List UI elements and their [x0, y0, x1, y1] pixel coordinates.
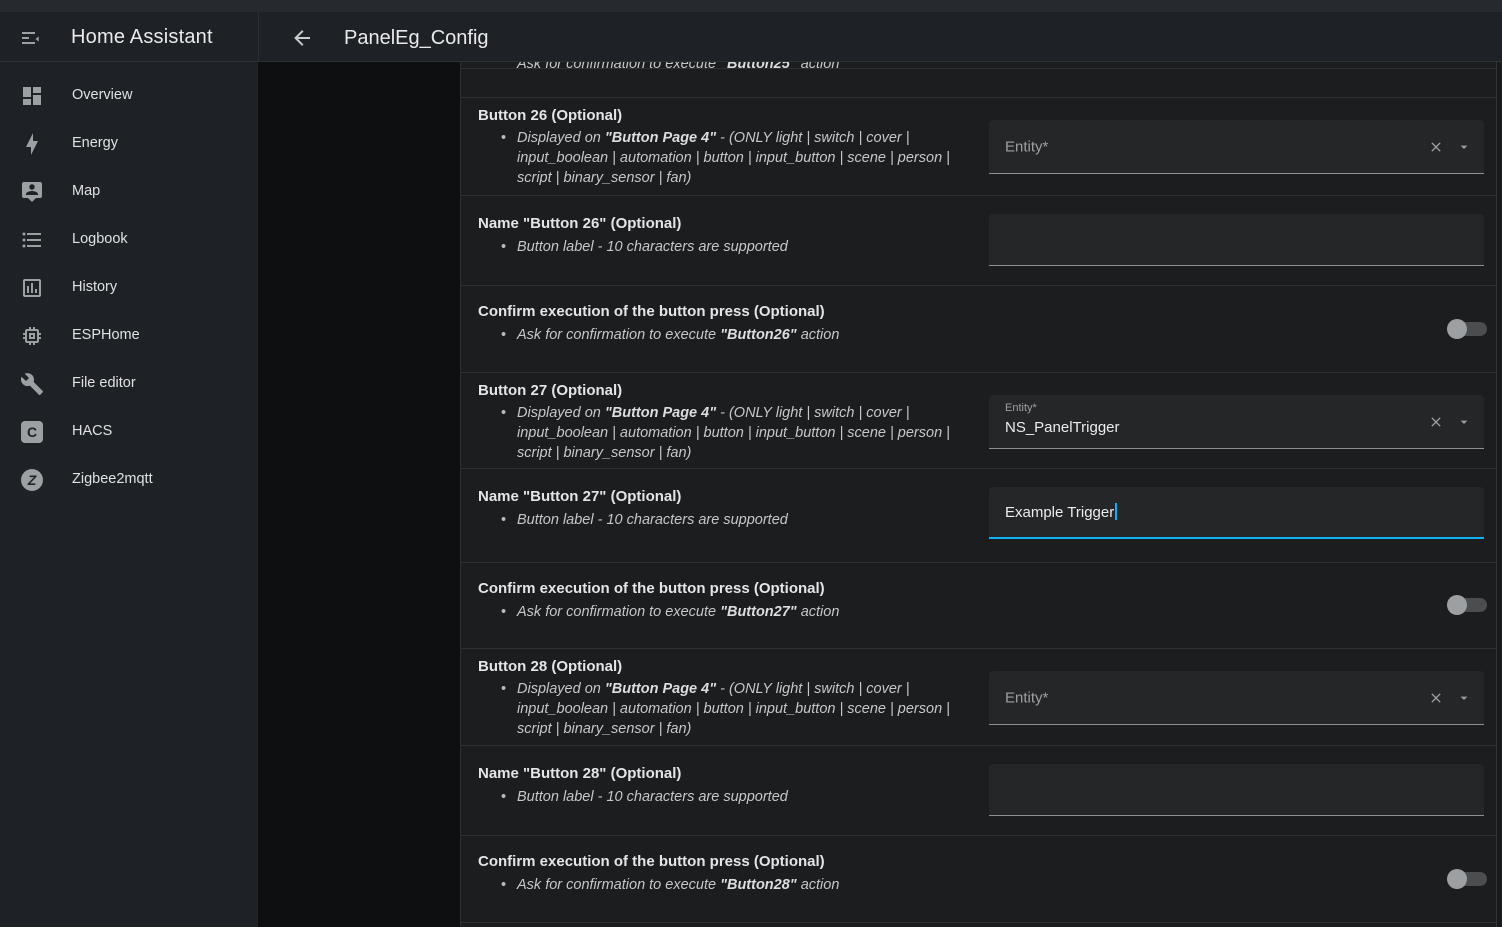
entity-select-button-26[interactable]: Entity* — [989, 120, 1484, 174]
confirm-toggle-button-26[interactable] — [1447, 319, 1487, 339]
sidebar-item-file-editor[interactable]: File editor — [0, 360, 258, 408]
list-bulleted-icon — [20, 228, 44, 252]
header-divider — [258, 12, 259, 62]
sidebar-item-label: Overview — [72, 87, 132, 103]
toggle-thumb — [1447, 595, 1467, 615]
zigbee-z-icon: Z — [21, 469, 43, 491]
menu-down-icon[interactable] — [1456, 414, 1472, 430]
sidebar-item-logbook[interactable]: Logbook — [0, 216, 258, 264]
entity-select-value: NS_PanelTrigger — [1005, 419, 1120, 436]
row-title: Button 28 (Optional) — [478, 658, 622, 675]
scrollbar[interactable] — [1496, 62, 1502, 927]
entity-select-label: Entity* — [1005, 689, 1048, 706]
sidebar: Overview Energy Map Logbook History — [0, 62, 258, 927]
chip-icon — [20, 324, 44, 348]
row-title: Confirm execution of the button press (O… — [478, 303, 825, 320]
page-title: PanelEg_Config — [344, 27, 489, 50]
row-title: Button 27 (Optional) — [478, 382, 622, 399]
row-description: • Displayed on "Button Page 4" - (ONLY l… — [499, 128, 973, 188]
sidebar-item-history[interactable]: History — [0, 264, 258, 312]
entity-select-label: Entity* — [1005, 402, 1037, 414]
form-row-confirm-button-27: Confirm execution of the button press (O… — [461, 562, 1496, 648]
close-icon[interactable] — [1428, 690, 1444, 706]
row-title: Name "Button 26" (Optional) — [478, 215, 681, 232]
row-description: • Ask for confirmation to execute "Butto… — [499, 325, 973, 345]
form-row-button-28: Button 28 (Optional) • Displayed on "But… — [461, 648, 1496, 745]
sidebar-toggle-icon[interactable] — [18, 26, 42, 50]
app-title: Home Assistant — [71, 26, 213, 49]
app-window: Home Assistant PanelEg_Config Overview E… — [0, 0, 1502, 927]
sidebar-item-map[interactable]: Map — [0, 168, 258, 216]
form-row-name-button-28: Name "Button 28" (Optional) •Button labe… — [461, 745, 1496, 835]
close-icon[interactable] — [1428, 414, 1444, 430]
sidebar-item-label: Logbook — [72, 231, 128, 247]
row-divider — [461, 68, 1496, 69]
form-row-name-button-27: Name "Button 27" (Optional) •Button labe… — [461, 468, 1496, 562]
sidebar-item-esphome[interactable]: ESPHome — [0, 312, 258, 360]
row-description: •Button label - 10 characters are suppor… — [499, 787, 973, 807]
sidebar-item-energy[interactable]: Energy — [0, 120, 258, 168]
row-description: • Displayed on "Button Page 4" - (ONLY l… — [499, 679, 973, 739]
wrench-icon — [20, 372, 44, 396]
form-row-confirm-button-26: Confirm execution of the button press (O… — [461, 285, 1496, 372]
row-description: •Button label - 10 characters are suppor… — [499, 237, 973, 257]
menu-down-icon[interactable] — [1456, 690, 1472, 706]
form-row-button-26: Button 26 (Optional) • Displayed on "But… — [461, 97, 1496, 195]
sidebar-item-overview[interactable]: Overview — [0, 72, 258, 120]
row-title: Confirm execution of the button press (O… — [478, 580, 825, 597]
hacs-c-icon: C — [21, 421, 43, 443]
confirm-toggle-button-27[interactable] — [1447, 595, 1487, 615]
sidebar-item-hacs[interactable]: C HACS — [0, 408, 258, 456]
name-input-button-26[interactable] — [989, 214, 1484, 266]
sidebar-item-label: History — [72, 279, 117, 295]
row-description: • Ask for confirmation to execute "Butto… — [499, 875, 973, 895]
row-title: Confirm execution of the button press (O… — [478, 853, 825, 870]
lightning-bolt-icon — [20, 132, 44, 156]
toggle-thumb — [1447, 319, 1467, 339]
toggle-thumb — [1447, 869, 1467, 889]
confirm-toggle-button-28[interactable] — [1447, 869, 1487, 889]
entity-select-label: Entity* — [1005, 138, 1048, 155]
chart-box-icon — [20, 276, 44, 300]
text-cursor — [1115, 503, 1117, 520]
sidebar-item-label: Map — [72, 183, 100, 199]
form-row-confirm-button-28: Confirm execution of the button press (O… — [461, 835, 1496, 922]
entity-select-button-28[interactable]: Entity* — [989, 671, 1484, 725]
dashboard-icon — [20, 84, 44, 108]
form-row-button-27: Button 27 (Optional) • Displayed on "But… — [461, 372, 1496, 468]
name-input-button-27[interactable]: Example Trigger — [989, 487, 1484, 539]
sidebar-item-label: File editor — [72, 375, 136, 391]
tooltip-account-icon — [20, 180, 44, 204]
back-button[interactable] — [290, 26, 314, 50]
row-title: Name "Button 27" (Optional) — [478, 488, 681, 505]
form-row-name-button-26: Name "Button 26" (Optional) •Button labe… — [461, 195, 1496, 285]
config-form-panel: Ask for confirmation to execute "Button2… — [460, 62, 1496, 927]
name-input-button-28[interactable] — [989, 764, 1484, 816]
entity-select-button-27[interactable]: Entity* NS_PanelTrigger — [989, 395, 1484, 449]
row-title: Name "Button 28" (Optional) — [478, 765, 681, 782]
sidebar-item-label: Zigbee2mqtt — [72, 471, 153, 487]
row-title: Button 26 (Optional) — [478, 107, 622, 124]
row-divider — [461, 922, 1496, 923]
row-description: • Displayed on "Button Page 4" - (ONLY l… — [499, 403, 973, 463]
close-icon[interactable] — [1428, 139, 1444, 155]
app-header — [0, 12, 1502, 62]
sidebar-item-label: Energy — [72, 135, 118, 151]
menu-down-icon[interactable] — [1456, 139, 1472, 155]
row-description: •Button label - 10 characters are suppor… — [499, 510, 973, 530]
sidebar-item-label: HACS — [72, 423, 112, 439]
window-top-strip — [0, 0, 1502, 12]
sidebar-item-zigbee2mqtt[interactable]: Z Zigbee2mqtt — [0, 456, 258, 504]
row-description: • Ask for confirmation to execute "Butto… — [499, 602, 973, 622]
sidebar-item-label: ESPHome — [72, 327, 140, 343]
name-input-value: Example Trigger — [1005, 503, 1117, 521]
